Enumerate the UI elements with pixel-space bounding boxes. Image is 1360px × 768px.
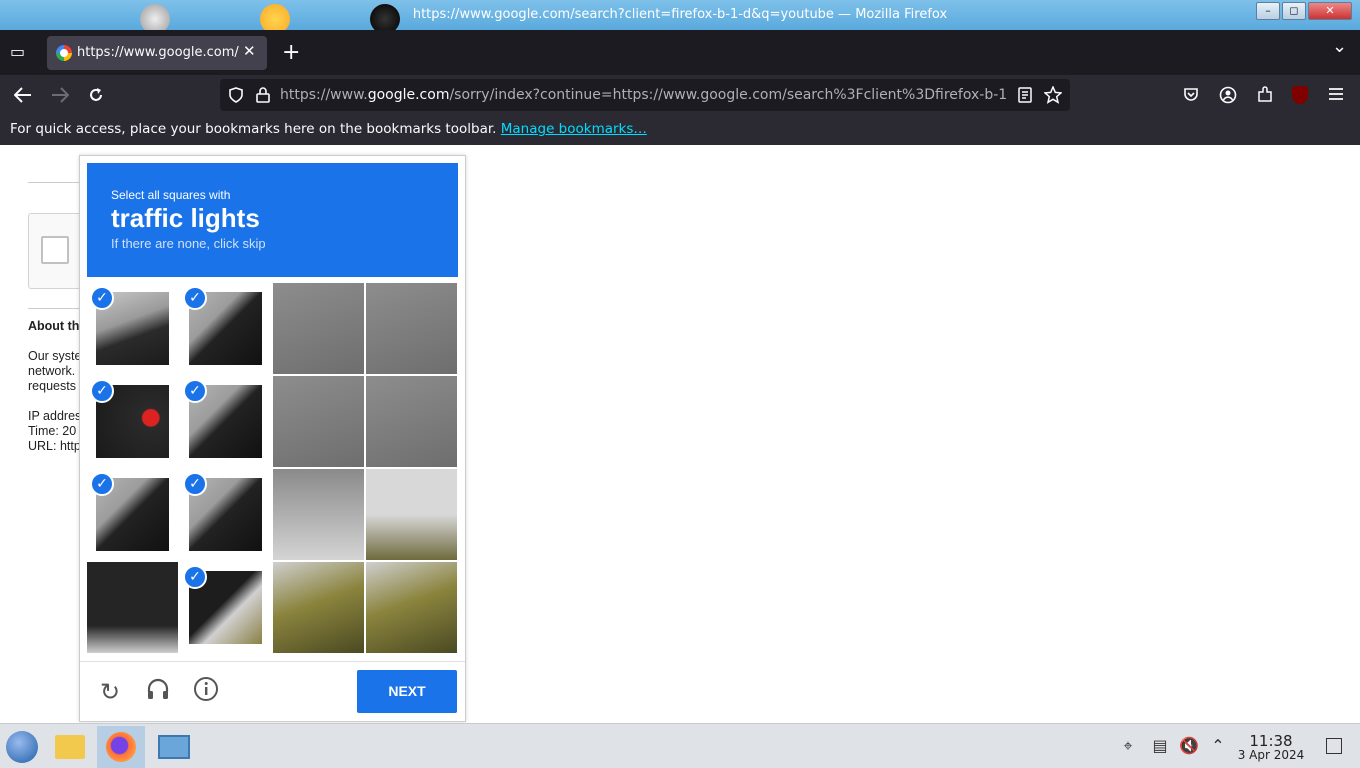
- info-icon[interactable]: [190, 676, 222, 708]
- time-text: Time: 20: [28, 424, 77, 438]
- tab-close-icon[interactable]: ✕: [243, 42, 256, 60]
- body-text: network.: [28, 364, 76, 378]
- account-icon[interactable]: [1219, 86, 1237, 104]
- captcha-tile[interactable]: [273, 376, 364, 467]
- bookmarks-toolbar-message: For quick access, place your bookmarks h…: [10, 121, 647, 137]
- captcha-tile[interactable]: [366, 283, 457, 374]
- captcha-tile[interactable]: ✓: [180, 283, 271, 374]
- start-menu-button[interactable]: [0, 726, 48, 768]
- recaptcha-challenge: Select all squares with traffic lights I…: [79, 155, 466, 722]
- reload-challenge-icon[interactable]: ↻: [94, 676, 126, 708]
- about-heading: About th: [28, 319, 80, 333]
- bookmarks-toolbar: For quick access, place your bookmarks h…: [0, 115, 1360, 145]
- tab-google[interactable]: https://www.google.com/ ✕: [47, 36, 267, 70]
- ublock-origin-icon[interactable]: [1292, 86, 1308, 104]
- captcha-tile[interactable]: ✓: [180, 376, 271, 467]
- lock-icon[interactable]: [256, 87, 270, 103]
- selected-check-icon: ✓: [183, 472, 207, 496]
- captcha-tile[interactable]: [366, 562, 457, 653]
- reader-view-icon[interactable]: [1018, 87, 1032, 103]
- captcha-tile-image: [87, 562, 178, 653]
- show-desktop-icon[interactable]: [1326, 738, 1342, 754]
- captcha-tile-image: [273, 376, 364, 467]
- tray-overflow-chevron-icon[interactable]: ⌃: [1208, 736, 1228, 756]
- control-panel-icon: [158, 735, 190, 759]
- new-tab-button[interactable]: +: [282, 40, 300, 65]
- volume-muted-icon[interactable]: 🔇: [1179, 736, 1199, 756]
- captcha-tile-image: [366, 562, 457, 653]
- forward-icon: [52, 87, 69, 103]
- captcha-tile-image: [273, 469, 364, 560]
- captcha-tile[interactable]: ✓: [87, 283, 178, 374]
- window-titlebar: https://www.google.com/search?client=fir…: [0, 0, 1360, 30]
- body-text: requests: [28, 379, 76, 393]
- captcha-tile[interactable]: ✓: [87, 376, 178, 467]
- url-bar[interactable]: https://www.google.com/sorry/index?conti…: [220, 79, 1070, 111]
- captcha-header: Select all squares with traffic lights I…: [87, 163, 458, 277]
- captcha-tile[interactable]: ✓: [180, 469, 271, 560]
- taskbar-firefox[interactable]: [97, 726, 145, 768]
- captcha-tile-image: [366, 469, 457, 560]
- google-favicon-icon: [56, 45, 72, 61]
- tab-strip: ▭ https://www.google.com/ ✕ + ⌄: [0, 30, 1360, 75]
- captcha-tile[interactable]: ✓: [180, 562, 271, 653]
- tracking-protection-shield-icon[interactable]: [228, 87, 244, 103]
- captcha-tile-image: [273, 562, 364, 653]
- captcha-tile[interactable]: [87, 562, 178, 653]
- captcha-tile[interactable]: [273, 469, 364, 560]
- folder-icon: [55, 735, 85, 759]
- captcha-hint: If there are none, click skip: [111, 236, 266, 251]
- hamburger-menu-icon[interactable]: [1328, 87, 1344, 101]
- pocket-icon[interactable]: [1183, 87, 1199, 103]
- url-text: URL: http: [28, 439, 81, 453]
- extensions-icon[interactable]: [1256, 86, 1274, 104]
- close-window-button[interactable]: ✕: [1308, 2, 1352, 20]
- captcha-instruction: Select all squares with: [111, 188, 231, 202]
- ip-address-text: IP addres: [28, 409, 82, 423]
- captcha-grid: ✓ ✓ ✓ ✓ ✓ ✓ ✓: [87, 283, 459, 655]
- maximize-button[interactable]: ◻: [1282, 2, 1306, 20]
- captcha-tile[interactable]: [273, 562, 364, 653]
- url-text[interactable]: https://www.google.com/sorry/index?conti…: [280, 87, 1010, 103]
- minimize-button[interactable]: –: [1256, 2, 1280, 20]
- captcha-tile-image: [366, 283, 457, 374]
- captcha-target: traffic lights: [111, 203, 260, 233]
- captcha-tile[interactable]: [273, 283, 364, 374]
- clock-date[interactable]: 3 Apr 2024: [1232, 748, 1310, 762]
- selected-check-icon: ✓: [90, 472, 114, 496]
- clipboard-tray-icon[interactable]: ▤: [1150, 736, 1170, 756]
- window-title: https://www.google.com/search?client=fir…: [412, 7, 948, 22]
- start-orb-icon: [6, 731, 38, 763]
- tab-label: https://www.google.com/: [77, 45, 239, 60]
- captcha-tile-image: [273, 283, 364, 374]
- network-tray-icon[interactable]: ⌖: [1118, 736, 1138, 756]
- taskbar-control-panel[interactable]: [150, 726, 198, 768]
- captcha-tile-image: [366, 376, 457, 467]
- list-all-tabs-icon[interactable]: ⌄: [1332, 36, 1347, 57]
- selected-check-icon: ✓: [183, 565, 207, 589]
- selected-check-icon: ✓: [183, 379, 207, 403]
- captcha-tile[interactable]: [366, 469, 457, 560]
- firefox-view-icon[interactable]: ▭: [10, 42, 25, 61]
- body-text: Our syste: [28, 349, 82, 363]
- selected-check-icon: ✓: [90, 286, 114, 310]
- firefox-icon: [106, 732, 136, 762]
- selected-check-icon: ✓: [90, 379, 114, 403]
- captcha-footer: ↻ NEXT: [80, 661, 465, 722]
- audio-challenge-icon[interactable]: [142, 676, 174, 708]
- captcha-tile[interactable]: ✓: [87, 469, 178, 560]
- bookmark-star-icon[interactable]: [1044, 86, 1062, 104]
- selected-check-icon: ✓: [183, 286, 207, 310]
- next-button[interactable]: NEXT: [357, 670, 457, 713]
- back-icon[interactable]: [14, 87, 32, 103]
- taskbar-file-manager[interactable]: [48, 726, 96, 768]
- reload-icon[interactable]: [88, 87, 104, 103]
- taskbar: ⌖ ▤ 🔇 ⌃ 11:38 3 Apr 2024: [0, 723, 1360, 768]
- navigation-bar: https://www.google.com/sorry/index?conti…: [0, 75, 1360, 115]
- captcha-tile[interactable]: [366, 376, 457, 467]
- manage-bookmarks-link[interactable]: Manage bookmarks…: [501, 121, 647, 137]
- recaptcha-checkbox[interactable]: [41, 236, 69, 264]
